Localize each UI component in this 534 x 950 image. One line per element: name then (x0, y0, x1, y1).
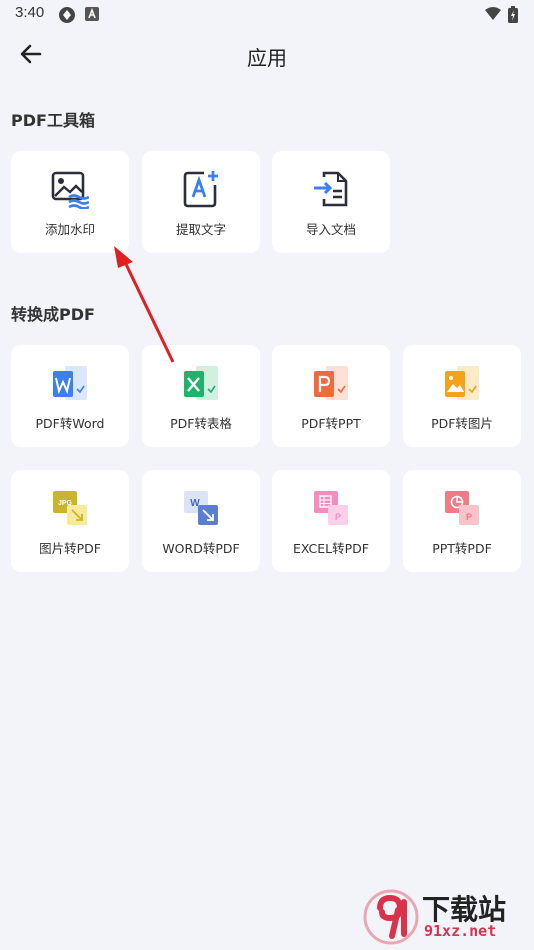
import-doc-card[interactable]: 导入文档 (272, 151, 390, 253)
extract-text-card[interactable]: 提取文字 (142, 151, 260, 253)
page-title: 应用 (247, 46, 287, 70)
word-to-pdf-icon: W (184, 491, 218, 525)
pdf-to-word-label: PDF转Word (35, 416, 105, 431)
pdf-to-excel-label: PDF转表格 (170, 416, 232, 431)
svg-text:P: P (466, 512, 472, 522)
word-to-pdf-card[interactable]: W WORD转PDF (142, 470, 260, 572)
import-doc-label: 导入文档 (305, 222, 356, 237)
watermark-card[interactable]: 添加水印 (11, 151, 129, 253)
pdf-to-excel-icon (184, 366, 218, 400)
pdf-to-ppt-icon (314, 366, 348, 400)
site-logo-icon (363, 889, 419, 945)
excel-to-pdf-label: EXCEL转PDF (293, 541, 369, 556)
image-to-pdf-label: 图片转PDF (39, 541, 101, 556)
pdf-to-image-icon (445, 366, 479, 400)
excel-to-pdf-card[interactable]: P EXCEL转PDF (272, 470, 390, 572)
watermark-label: 添加水印 (44, 222, 95, 237)
excel-to-pdf-icon: P (314, 491, 348, 525)
word-to-pdf-label: WORD转PDF (162, 541, 240, 556)
image-to-pdf-card[interactable]: JPG 图片转PDF (11, 470, 129, 572)
import-doc-icon (314, 171, 348, 207)
extract-text-label: 提取文字 (175, 222, 226, 237)
status-bar: 3:40 (0, 0, 534, 28)
sync-icon (59, 7, 75, 23)
watermark-domain: 91xz.net (424, 922, 497, 940)
pdf-to-image-card[interactable]: PDF转图片 (403, 345, 521, 447)
pdf-to-ppt-card[interactable]: PDF转PPT (272, 345, 390, 447)
ppt-to-pdf-card[interactable]: P PPT转PDF (403, 470, 521, 572)
ppt-to-pdf-label: PPT转PDF (432, 541, 492, 556)
status-time: 3:40 (15, 4, 45, 21)
site-watermark: 下载站 91xz.net (362, 888, 532, 946)
section-title-pdf-toolbox: PDF工具箱 (11, 111, 95, 130)
battery-icon (508, 6, 518, 23)
pdf-to-image-label: PDF转图片 (431, 416, 493, 431)
watermark-icon (51, 171, 89, 209)
section-title-convert: 转换成PDF (11, 305, 95, 324)
pdf-to-word-card[interactable]: PDF转Word (11, 345, 129, 447)
a-notification-icon (85, 7, 99, 21)
svg-text:P: P (335, 512, 341, 522)
extract-text-icon (183, 171, 218, 208)
pdf-to-excel-card[interactable]: PDF转表格 (142, 345, 260, 447)
image-to-pdf-icon: JPG (53, 491, 87, 525)
wifi-icon (485, 7, 501, 20)
pdf-to-word-icon (53, 366, 87, 400)
pdf-to-ppt-label: PDF转PPT (301, 416, 361, 431)
ppt-to-pdf-icon: P (445, 491, 479, 525)
app-bar: 应用 (0, 28, 534, 84)
